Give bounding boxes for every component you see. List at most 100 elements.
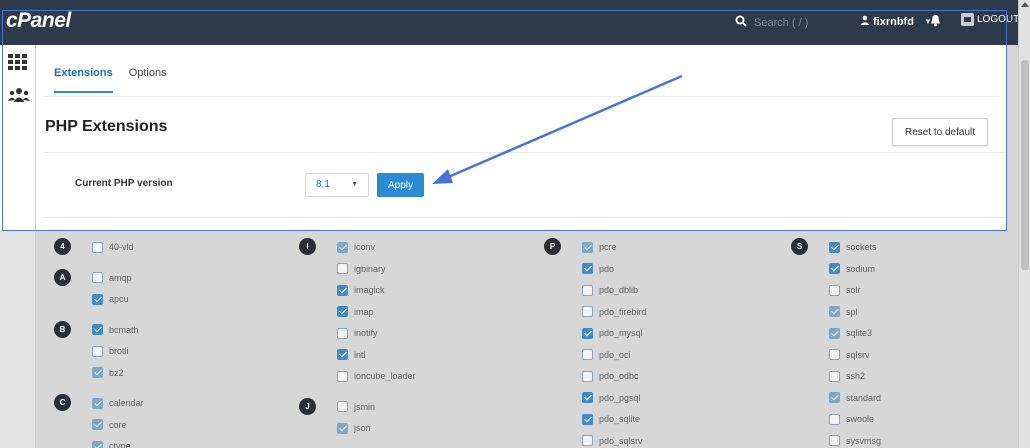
scroll-thumb[interactable] <box>1021 60 1029 270</box>
extension-checkbox[interactable] <box>829 327 840 339</box>
extension-item[interactable]: bz2 <box>92 367 252 379</box>
extension-checkbox[interactable] <box>337 263 348 274</box>
extension-item[interactable]: pdo_sqlite <box>582 413 742 425</box>
extension-checkbox[interactable] <box>337 241 348 253</box>
extension-item[interactable]: brotli <box>92 345 252 357</box>
extension-checkbox[interactable] <box>92 367 103 378</box>
extension-label: brotli <box>109 346 129 356</box>
extension-item[interactable]: apcu <box>92 293 252 305</box>
extension-checkbox[interactable] <box>829 392 840 403</box>
extension-item[interactable]: pdo_firebird <box>582 306 742 318</box>
extension-item[interactable]: json <box>337 422 497 434</box>
cpanel-logo[interactable]: cPanel <box>6 9 71 33</box>
extension-checkbox[interactable] <box>829 263 840 274</box>
extension-item[interactable]: imap <box>337 306 497 318</box>
extension-item[interactable]: sodium <box>829 263 989 275</box>
extension-item[interactable]: swoole <box>829 413 989 425</box>
extension-checkbox[interactable] <box>582 306 593 317</box>
extension-item[interactable]: amqp <box>92 272 252 284</box>
extension-item[interactable]: spl <box>829 306 989 318</box>
extension-item[interactable]: ioncube_loader <box>337 370 497 382</box>
extension-item[interactable]: pdo_mysql <box>582 327 742 339</box>
extension-checkbox[interactable] <box>92 241 103 253</box>
extension-item[interactable]: pdo_odbc <box>582 370 742 382</box>
extension-item[interactable]: ctype <box>92 440 252 448</box>
extension-checkbox[interactable] <box>582 284 593 296</box>
extension-label: amqp <box>109 272 132 283</box>
extension-item[interactable]: standard <box>829 392 989 404</box>
extension-label: pdo_firebird <box>599 306 647 317</box>
extension-checkbox[interactable] <box>582 435 593 446</box>
extension-item[interactable]: sysvmsg <box>829 435 989 447</box>
extension-item[interactable]: sqlsrv <box>829 349 989 361</box>
extension-item[interactable]: pdo_sqlsrv <box>582 435 742 447</box>
tab-options[interactable]: Options <box>129 67 167 93</box>
extension-checkbox[interactable] <box>829 349 840 360</box>
extension-item[interactable]: pdo <box>582 263 742 275</box>
users-icon[interactable] <box>8 87 30 108</box>
extension-checkbox[interactable] <box>337 284 348 296</box>
grid-apps-icon[interactable] <box>8 54 27 75</box>
extension-label: pdo_oci <box>599 349 631 360</box>
logout-button[interactable]: LOGOUT <box>961 13 1019 26</box>
extension-item[interactable]: sockets <box>829 241 989 253</box>
extension-item[interactable]: bcmath <box>92 324 252 336</box>
extension-item[interactable]: intl <box>337 349 497 361</box>
extension-checkbox[interactable] <box>582 263 593 274</box>
extension-checkbox[interactable] <box>829 413 840 425</box>
bell-icon[interactable] <box>930 14 941 32</box>
extension-checkbox[interactable] <box>582 392 593 403</box>
extension-checkbox[interactable] <box>92 272 103 283</box>
search-box[interactable]: Search ( / ) <box>735 15 808 30</box>
extension-item[interactable]: ssh2 <box>829 370 989 382</box>
extension-item[interactable]: pdo_oci <box>582 349 742 361</box>
extension-checkbox[interactable] <box>92 345 103 357</box>
extension-label: pdo_sqlite <box>599 414 641 424</box>
extension-checkbox[interactable] <box>582 241 593 253</box>
extension-item[interactable]: pdo_dblib <box>582 284 742 296</box>
extension-checkbox[interactable] <box>92 419 103 430</box>
extension-checkbox[interactable] <box>92 440 103 448</box>
extension-item[interactable]: calendar <box>92 397 252 409</box>
extension-checkbox[interactable] <box>582 349 593 360</box>
extension-checkbox[interactable] <box>92 397 103 409</box>
extension-checkbox[interactable] <box>829 241 840 253</box>
extension-checkbox[interactable] <box>582 370 593 382</box>
vertical-scrollbar[interactable] <box>1018 0 1030 448</box>
extension-item[interactable]: imagick <box>337 284 497 296</box>
extension-checkbox[interactable] <box>337 401 348 412</box>
extension-checkbox[interactable] <box>582 413 593 425</box>
extension-label: ioncube_loader <box>354 371 416 381</box>
extension-checkbox[interactable] <box>829 370 840 382</box>
tab-extensions[interactable]: Extensions <box>54 67 113 93</box>
extension-item[interactable]: pcre <box>582 241 742 253</box>
extension-checkbox[interactable] <box>337 349 348 360</box>
extension-item[interactable]: pdo_pgsql <box>582 392 742 404</box>
extension-checkbox[interactable] <box>582 327 593 339</box>
apply-button[interactable]: Apply <box>377 173 424 197</box>
extension-checkbox[interactable] <box>829 435 840 446</box>
extension-checkbox[interactable] <box>337 370 348 382</box>
extension-item[interactable]: igbinary <box>337 263 497 275</box>
extension-item[interactable]: iconv <box>337 241 497 253</box>
extension-checkbox[interactable] <box>337 306 348 317</box>
user-menu[interactable]: fixrnbfd ▼ <box>860 15 932 28</box>
extension-item[interactable]: jsmin <box>337 401 497 413</box>
extension-checkbox[interactable] <box>92 293 103 305</box>
extension-item[interactable]: solr <box>829 284 989 296</box>
extension-checkbox[interactable] <box>829 284 840 296</box>
letter-badge: B <box>54 320 71 338</box>
extension-checkbox[interactable] <box>829 306 840 317</box>
search-input[interactable]: Search ( / ) <box>754 17 808 29</box>
extension-item[interactable]: inotify <box>337 327 497 339</box>
php-version-select[interactable]: 8.1 ▼ <box>305 173 369 197</box>
extension-item[interactable]: 40-vld <box>92 241 252 253</box>
reset-to-default-button[interactable]: Reset to default <box>892 118 988 146</box>
extension-checkbox[interactable] <box>337 422 348 434</box>
scroll-up-arrow-icon[interactable] <box>1021 2 1029 7</box>
extension-checkbox[interactable] <box>337 327 348 339</box>
extension-checkbox[interactable] <box>92 324 103 335</box>
extension-label: intl <box>354 349 366 360</box>
extension-item[interactable]: core <box>92 419 252 431</box>
extension-item[interactable]: sqlite3 <box>829 327 989 339</box>
